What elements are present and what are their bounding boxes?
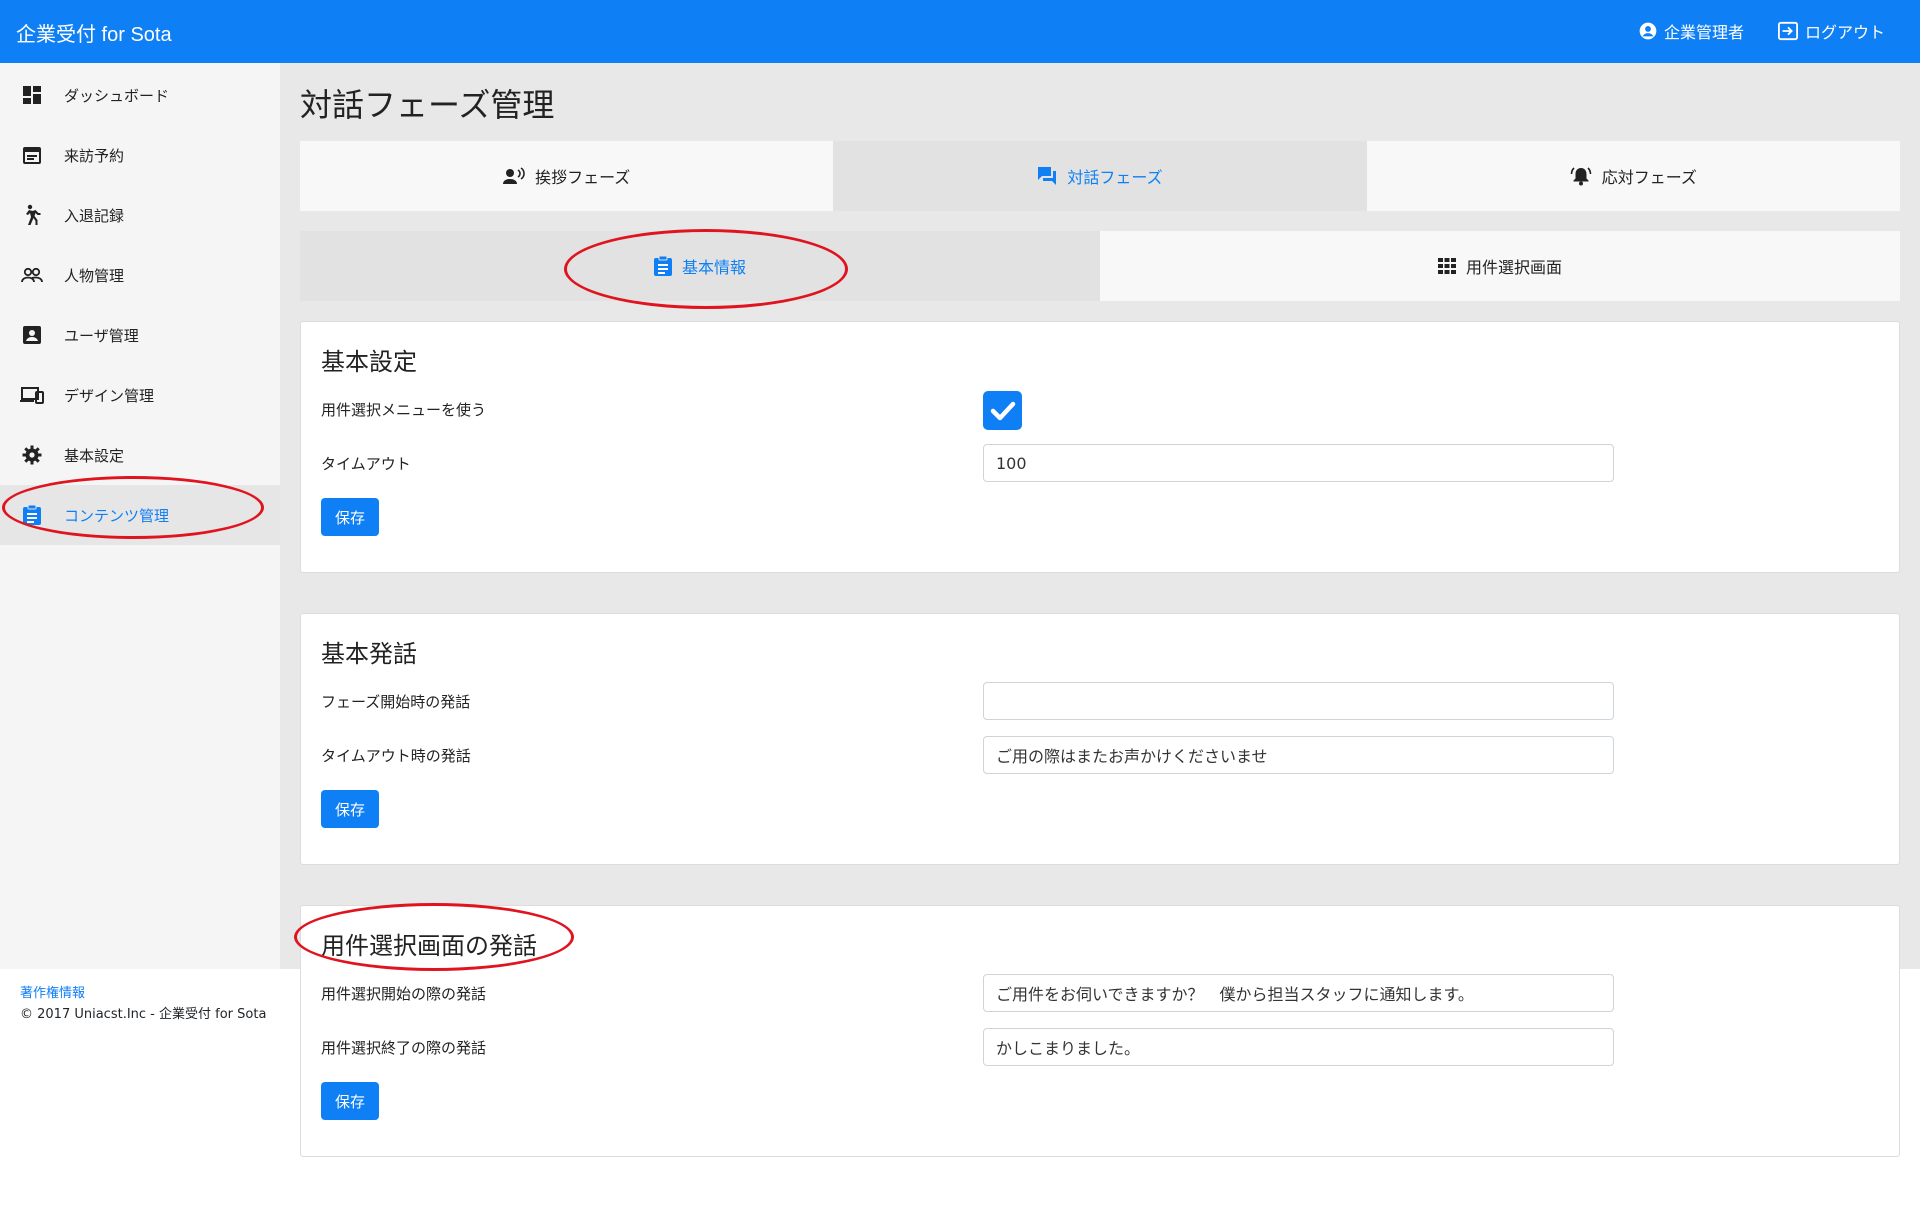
people-icon	[20, 263, 44, 287]
selection-start-input[interactable]: ご用件をお伺いできますか？ 僕から担当スタッフに通知します。	[983, 974, 1614, 1012]
sidebar-item-contents[interactable]: コンテンツ管理	[0, 485, 280, 545]
logout-label: ログアウト	[1805, 23, 1886, 42]
copyright-link[interactable]: 著作権情報	[20, 983, 266, 1004]
use-menu-label: 用件選択メニューを使う	[321, 401, 487, 419]
top-navbar: 企業受付 for Sota 企業管理者 ログアウト	[0, 0, 1920, 63]
sidebar-item-label: コンテンツ管理	[64, 506, 170, 525]
brand-title[interactable]: 企業受付 for Sota	[16, 18, 172, 47]
tab-basic-info[interactable]: 基本情報	[300, 231, 1100, 301]
tab-dialogue-phase[interactable]: 対話フェーズ	[833, 141, 1367, 211]
account-circle-icon	[1639, 22, 1657, 40]
phase-tabs: 挨拶フェーズ 対話フェーズ 応対フェーズ	[300, 141, 1900, 211]
save-button[interactable]: 保存	[321, 790, 379, 828]
logout-icon	[1778, 21, 1798, 41]
clipboard-icon	[20, 503, 44, 527]
selection-end-label: 用件選択終了の際の発話	[321, 1039, 487, 1057]
selection-start-label: 用件選択開始の際の発話	[321, 985, 487, 1003]
card-title: 基本発話	[321, 640, 417, 668]
timeout-input[interactable]: 100	[983, 444, 1614, 482]
sidebar-item-design[interactable]: デザイン管理	[0, 365, 280, 425]
phase-start-label: フェーズ開始時の発話	[321, 693, 471, 711]
tab-greeting-phase[interactable]: 挨拶フェーズ	[300, 141, 834, 211]
clipboard-icon	[653, 256, 672, 276]
devices-icon	[20, 383, 44, 407]
sidebar-item-users[interactable]: ユーザ管理	[0, 305, 280, 365]
sidebar-item-label: ユーザ管理	[64, 326, 139, 345]
tab-label: 挨拶フェーズ	[535, 168, 631, 187]
sidebar-item-people[interactable]: 人物管理	[0, 245, 280, 305]
tab-selection-screen[interactable]: 用件選択画面	[1100, 231, 1900, 301]
timeout-label: タイムアウト	[321, 455, 411, 473]
sidebar-item-label: デザイン管理	[64, 386, 155, 405]
sidebar-item-entry-log[interactable]: 入退記録	[0, 185, 280, 245]
tab-label: 用件選択画面	[1465, 258, 1562, 277]
timeout-speech-input[interactable]: ご用の際はまたお声かけくださいませ	[983, 736, 1614, 774]
sidebar-item-reservations[interactable]: 来訪予約	[0, 125, 280, 185]
page-title: 対話フェーズ管理	[300, 86, 555, 124]
grid-icon	[1437, 258, 1456, 274]
walking-person-icon	[20, 203, 44, 227]
card-title: 基本設定	[321, 348, 417, 376]
sub-tabs: 基本情報 用件選択画面	[300, 231, 1900, 301]
gear-icon	[20, 443, 44, 467]
sidebar-item-settings[interactable]: 基本設定	[0, 425, 280, 485]
sidebar-item-dashboard[interactable]: ダッシュボード	[0, 65, 280, 125]
calendar-icon	[20, 143, 44, 167]
bell-icon	[1570, 167, 1592, 186]
sidebar-item-label: ダッシュボード	[64, 86, 170, 105]
save-button[interactable]: 保存	[321, 1082, 379, 1120]
check-icon	[990, 401, 1015, 420]
sidebar-item-label: 人物管理	[64, 266, 125, 285]
voice-person-icon	[503, 167, 525, 184]
chat-icon	[1038, 167, 1057, 185]
tab-label: 応対フェーズ	[1601, 168, 1697, 187]
user-menu[interactable]: 企業管理者	[1638, 16, 1744, 46]
basic-speech-card: 基本発話 フェーズ開始時の発話 タイムアウト時の発話 ご用の際はまたお声かけくだ…	[300, 613, 1900, 865]
tab-label: 対話フェーズ	[1067, 168, 1163, 187]
user-label: 企業管理者	[1664, 23, 1745, 42]
sidebar-item-label: 来訪予約	[64, 146, 125, 165]
save-button[interactable]: 保存	[321, 498, 379, 536]
timeout-speech-label: タイムアウト時の発話	[321, 747, 471, 765]
copyright-text: © 2017 Uniacst.Inc - 企業受付 for Sota	[20, 1007, 267, 1022]
phase-start-input[interactable]	[983, 682, 1614, 720]
sidebar: ダッシュボード 来訪予約 入退記録 人物管理 ユーザ管理 デザイン管理 基本設定…	[0, 63, 280, 1022]
selection-end-input[interactable]: かしこまりました。	[983, 1028, 1614, 1066]
account-box-icon	[20, 323, 44, 347]
sidebar-footer: 著作権情報 © 2017 Uniacst.Inc - 企業受付 for Sota	[20, 983, 266, 1025]
tab-label: 基本情報	[681, 258, 746, 277]
selection-speech-card: 用件選択画面の発話 用件選択開始の際の発話 ご用件をお伺いできますか？ 僕から担…	[300, 905, 1900, 1157]
sidebar-item-label: 入退記録	[64, 206, 125, 225]
card-title: 用件選択画面の発話	[321, 932, 537, 960]
logout-button[interactable]: ログアウト	[1777, 16, 1885, 46]
sidebar-item-label: 基本設定	[64, 446, 125, 465]
use-menu-checkbox[interactable]	[983, 391, 1022, 430]
dashboard-icon	[20, 83, 44, 107]
tab-response-phase[interactable]: 応対フェーズ	[1366, 141, 1900, 211]
basic-settings-card: 基本設定 用件選択メニューを使う タイムアウト 100 保存	[300, 321, 1900, 573]
